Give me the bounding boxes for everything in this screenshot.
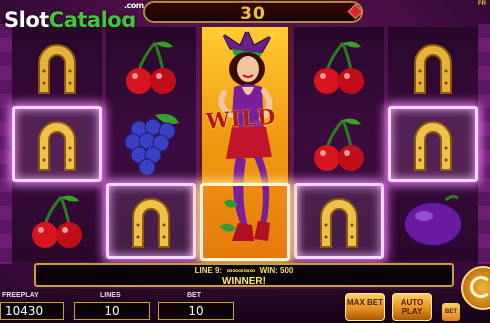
cherry-icon — [314, 41, 364, 94]
wild-highlight-frame — [200, 183, 290, 261]
symbol-cherry — [294, 106, 384, 182]
freeplay-label: FREEPLAY — [2, 292, 39, 299]
symbol-cherry — [294, 29, 384, 105]
plum-icon — [403, 194, 463, 247]
right-ornament — [478, 24, 490, 264]
line-symbols: ∞∞∞∞∞ — [226, 266, 256, 275]
logo-com: .com — [124, 1, 144, 10]
slot-game-screen: 30 FR SlotCatalog .com WILD LINE 9: ∞∞∞∞… — [0, 0, 490, 323]
cherry-icon — [126, 41, 176, 94]
cherry-icon — [32, 195, 82, 248]
horseshoe-icon — [38, 44, 76, 94]
line-label: LINE 9: — [194, 266, 223, 275]
horseshoe-icon — [320, 198, 358, 248]
win-amount: WIN: 500 — [259, 266, 294, 275]
bet-label: BET — [187, 292, 201, 299]
winner-status: WINNER! — [222, 276, 266, 287]
win-info-bar: LINE 9: ∞∞∞∞∞ WIN: 500 WINNER! — [34, 263, 454, 287]
max-bet-button[interactable]: MAX BET — [345, 293, 385, 321]
symbol-grapes — [106, 106, 196, 182]
autoplay-button[interactable]: AUTO PLAY — [392, 293, 432, 321]
lines-value[interactable]: 10 — [74, 302, 150, 320]
symbol-horseshoe-winning — [294, 183, 384, 259]
wild-label: WILD — [205, 103, 278, 134]
symbol-cherry — [106, 29, 196, 105]
lines-label: LINES — [100, 292, 121, 299]
symbol-cherry — [12, 183, 102, 259]
fr-label: FR — [478, 1, 486, 7]
freeplay-value: 10430 — [0, 302, 64, 320]
symbol-horseshoe-winning — [12, 106, 102, 182]
symbol-plum — [388, 183, 478, 259]
horseshoe-icon — [414, 44, 452, 94]
symbol-horseshoe — [388, 29, 478, 105]
horseshoe-icon — [414, 121, 452, 171]
bet-value[interactable]: 10 — [158, 302, 234, 320]
win-value: 30 — [240, 4, 266, 24]
win-line-info: LINE 9: ∞∞∞∞∞ WIN: 500 — [36, 266, 452, 275]
spin-arrow-icon — [470, 276, 490, 298]
bet-button[interactable]: BET — [442, 303, 460, 321]
grapes-icon — [124, 114, 179, 176]
left-ornament — [0, 24, 12, 264]
symbol-horseshoe-winning — [106, 183, 196, 259]
horseshoe-icon — [38, 121, 76, 171]
horseshoe-icon — [132, 198, 170, 248]
cherry-icon — [314, 118, 364, 171]
symbol-horseshoe-winning — [388, 106, 478, 182]
symbol-horseshoe — [12, 29, 102, 105]
win-display: 30 — [143, 1, 363, 24]
